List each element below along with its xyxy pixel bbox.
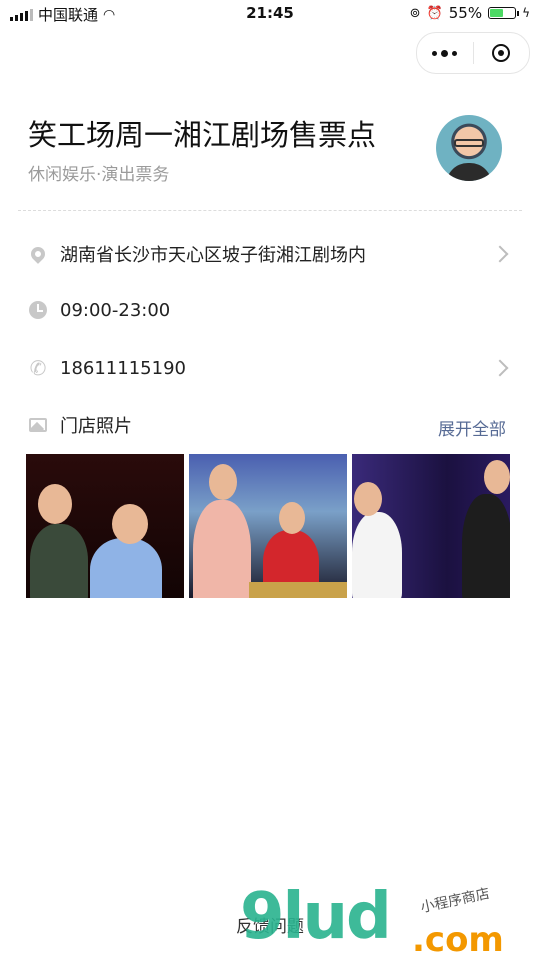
chevron-right-icon <box>491 359 509 377</box>
battery-fill <box>490 9 504 17</box>
charging-icon: ϟ <box>522 6 530 20</box>
store-category: 休闲娱乐·演出票务 <box>28 165 170 185</box>
location-pin-icon <box>28 244 48 264</box>
watermark-domain: .com <box>412 920 504 960</box>
status-bar: 中国联通 ◠ 21:45 ⊚ ⏰ 55% ϟ <box>0 0 540 28</box>
header-divider <box>18 210 522 211</box>
more-dots-icon <box>432 49 458 57</box>
expand-all-link[interactable]: 展开全部 <box>438 415 506 440</box>
more-button[interactable] <box>417 33 473 73</box>
store-photo-2[interactable] <box>189 454 347 598</box>
close-target-icon <box>492 44 511 62</box>
watermark-logo: 9lud <box>240 880 392 954</box>
alarm-icon: ⏰ <box>426 5 443 21</box>
clock-icon <box>28 300 48 320</box>
battery-icon <box>488 7 520 19</box>
phone-row[interactable]: ✆ 18611115190 <box>28 348 512 388</box>
store-photos <box>26 454 510 598</box>
avatar-shirt <box>446 163 492 181</box>
image-icon <box>28 415 48 435</box>
store-title: 笑工场周一湘江剧场售票点 <box>28 118 377 152</box>
store-avatar[interactable] <box>436 115 502 181</box>
close-miniprogram-button[interactable] <box>473 33 529 73</box>
phone-icon: ✆ <box>29 356 47 380</box>
address-row[interactable]: 湖南省长沙市天心区坡子街湘江剧场内 <box>28 234 512 274</box>
hours-row: 09:00-23:00 <box>28 290 512 330</box>
phone-text: 18611115190 <box>60 357 186 379</box>
store-photo-1[interactable] <box>26 454 184 598</box>
chevron-right-icon <box>491 245 509 263</box>
battery-percent: 55% <box>448 4 483 22</box>
status-right: ⊚ ⏰ 55% ϟ <box>410 4 530 22</box>
hours-text: 09:00-23:00 <box>60 299 171 321</box>
miniprogram-capsule <box>416 32 530 74</box>
address-text: 湖南省长沙市天心区坡子街湘江剧场内 <box>60 245 366 266</box>
avatar-glasses <box>454 139 484 147</box>
rotation-lock-icon: ⊚ <box>409 5 421 21</box>
store-photo-3[interactable] <box>352 454 510 598</box>
